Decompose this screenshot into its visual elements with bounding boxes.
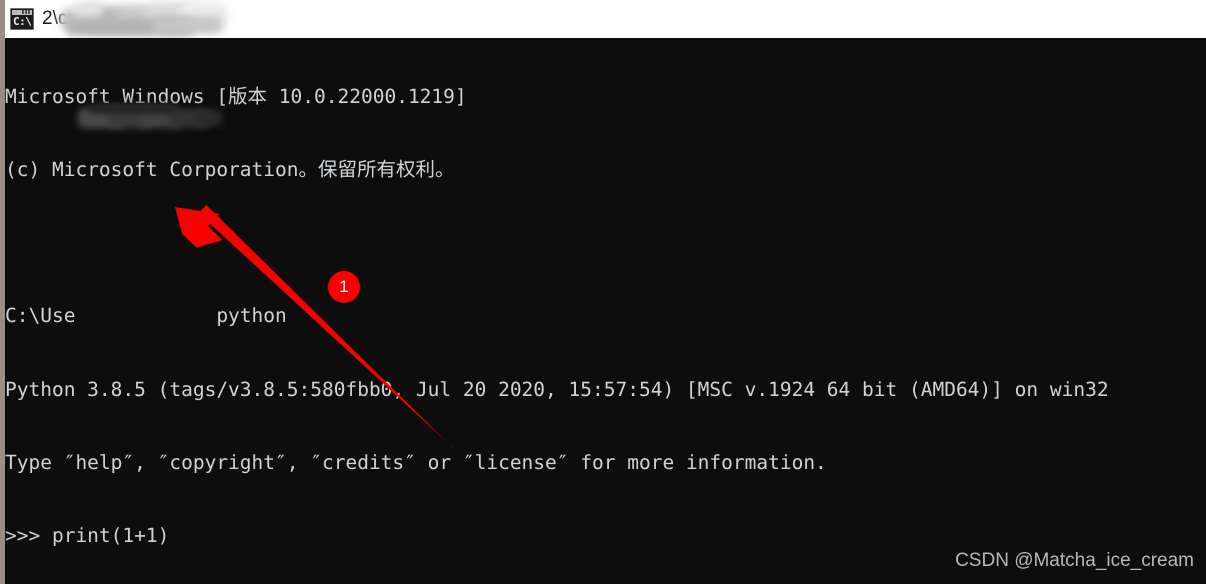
cmd-icon-buttons [22,10,31,14]
window-title: 2\cmd.exe - python [42,8,204,29]
console-line: Microsoft Windows [版本 10.0.22000.1219] [5,84,467,108]
console-line: (c) Microsoft Corporation。保留所有权利。 [5,158,455,182]
window-left-border [0,0,5,38]
console-line-cwd: C:\Use python [5,304,287,328]
console-output: Microsoft Windows [版本 10.0.22000.1219] (… [5,36,1205,584]
console-line-command: >>> print(1+1) [5,524,170,548]
cmd-icon: C:\ [10,8,34,30]
console-body[interactable]: Microsoft Windows [版本 10.0.22000.1219] (… [0,38,1206,584]
cmd-icon-prompt-glyph: C:\ [13,15,31,28]
console-line-python-banner: Python 3.8.5 (tags/v3.8.5:580fbb0, Jul 2… [5,377,1109,401]
command-prompt-window: C:\ 2\cmd.exe - python Microsoft Windows… [0,0,1206,584]
console-line-python-help: Type ″help″, ″copyright″, ″credits″ or ″… [5,450,827,474]
window-titlebar[interactable]: C:\ 2\cmd.exe - python [0,0,1206,38]
